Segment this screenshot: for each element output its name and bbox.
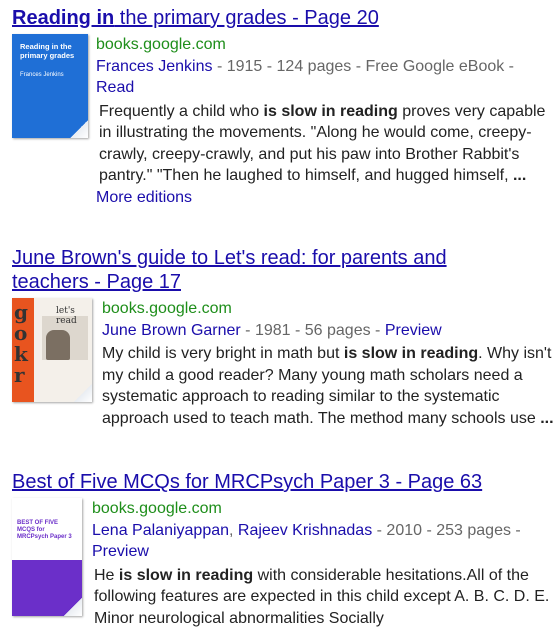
cover-letter-art: gokr [14, 302, 36, 386]
snippet-ellipsis: ... [513, 167, 526, 184]
result-title-bold: Reading in [12, 7, 114, 29]
book-cover-thumbnail[interactable]: BEST OF FIVE MCQS for MRCPsych Paper 3 [12, 498, 82, 616]
cover-title: BEST OF FIVE MCQS for MRCPsych Paper 3 [17, 520, 77, 541]
cover-title: let's read [56, 306, 92, 326]
book-cover-thumbnail[interactable]: Reading in the primary grades Frances Je… [12, 34, 88, 138]
preview-link[interactable]: Preview [385, 322, 442, 339]
result-url: books.google.com [92, 498, 559, 520]
search-result: Reading in the primary grades - Page 20 … [12, 6, 559, 208]
snippet-text: My child is very bright in math but [102, 345, 344, 362]
author-link[interactable]: Frances Jenkins [96, 58, 213, 75]
author-link[interactable]: June Brown Garner [102, 322, 241, 339]
page-curl-icon [64, 598, 82, 616]
result-snippet: My child is very bright in math but is s… [102, 343, 559, 429]
meta-text: - 2010 - 253 pages - [372, 522, 521, 539]
read-link[interactable]: Read [96, 79, 134, 96]
snippet-highlight: is slow in reading [264, 103, 398, 120]
result-meta: June Brown Garner - 1981 - 56 pages - Pr… [102, 320, 559, 342]
search-result: June Brown's guide to Let's read: for pa… [12, 246, 559, 429]
result-meta: Frances Jenkins - 1915 - 124 pages - Fre… [96, 56, 559, 99]
result-snippet: Frequently a child who is slow in readin… [96, 101, 559, 187]
book-cover-thumbnail[interactable]: gokr let's read [12, 298, 92, 402]
meta-text: - 1915 - 124 pages - Free Google eBook - [213, 58, 515, 75]
snippet-text: He [94, 567, 119, 584]
snippet-highlight: is slow in reading [119, 567, 253, 584]
snippet-text: Frequently a child who [99, 103, 264, 120]
author-link[interactable]: Lena Palaniyappan [92, 522, 229, 539]
cover-author: Frances Jenkins [20, 72, 64, 78]
result-url: books.google.com [96, 34, 559, 56]
result-snippet: He is slow in reading with considerable … [92, 565, 559, 629]
result-title-link[interactable]: June Brown's guide to Let's read: for pa… [12, 246, 482, 294]
cover-photo-figure [46, 330, 70, 360]
cover-title: Reading in the primary grades [20, 42, 78, 60]
page-curl-icon [74, 384, 92, 402]
page-curl-icon [70, 120, 88, 138]
search-result: Best of Five MCQs for MRCPsych Paper 3 -… [12, 470, 559, 629]
snippet-highlight: is slow in reading [344, 345, 478, 362]
author-link[interactable]: Rajeev Krishnadas [238, 522, 372, 539]
snippet-ellipsis: ... [540, 410, 553, 427]
result-url: books.google.com [102, 298, 559, 320]
result-meta: Lena Palaniyappan, Rajeev Krishnadas - 2… [92, 520, 559, 563]
author-separator: , [229, 522, 238, 539]
result-title-link[interactable]: Best of Five MCQs for MRCPsych Paper 3 -… [12, 470, 559, 494]
result-title-link[interactable]: Reading in the primary grades - Page 20 [12, 6, 559, 30]
more-editions-link[interactable]: More editions [96, 189, 192, 206]
meta-text: - 1981 - 56 pages - [241, 322, 385, 339]
result-title-text: the primary grades - Page 20 [114, 7, 379, 29]
preview-link[interactable]: Preview [92, 543, 149, 560]
